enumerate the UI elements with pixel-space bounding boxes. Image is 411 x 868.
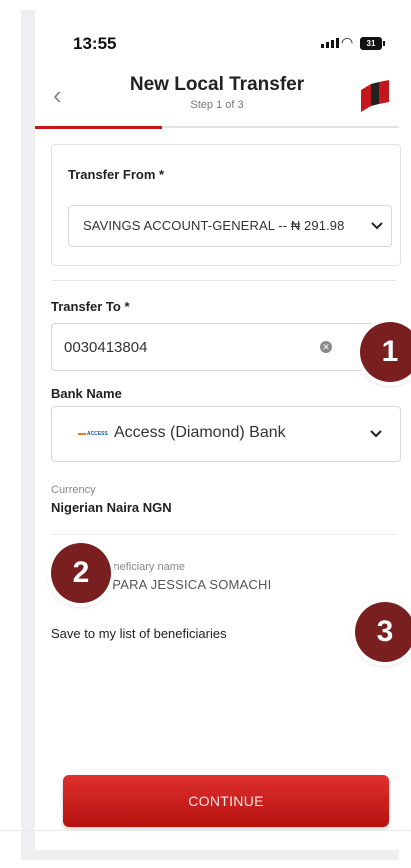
bank-name-label: Bank Name [51, 386, 122, 401]
transfer-to-value: 0030413804 [64, 339, 148, 356]
progress-fill [35, 126, 163, 129]
section-divider [51, 280, 397, 281]
currency-value: Nigerian Naira NGN [51, 500, 172, 515]
transfer-from-value: SAVINGS ACCOUNT-GENERAL -- ₦ 291.98 [83, 218, 345, 233]
clear-icon[interactable]: ✕ [320, 341, 332, 353]
beneficiary-label: Beneficiary name [100, 561, 185, 573]
bottom-divider [0, 830, 411, 831]
continue-button[interactable]: CONTINUE [63, 775, 389, 827]
bank-value: Access (Diamond) Bank [114, 424, 286, 441]
bank-logo-icon: ACCESS [78, 429, 108, 439]
progress-bar [35, 126, 399, 129]
transfer-from-label: Transfer From * [68, 167, 165, 182]
step-indicator: Step 1 of 3 [190, 99, 244, 111]
annotation-badge-3: 3 [355, 602, 411, 662]
brand-logo [361, 80, 389, 112]
annotation-badge-2: 2 [51, 543, 111, 603]
battery-icon: 31 [360, 37, 385, 50]
status-time: 13:55 [73, 34, 117, 53]
wifi-icon: ◠ [341, 34, 354, 50]
save-beneficiary-label[interactable]: Save to my list of beneficiaries [51, 626, 227, 641]
page-title: New Local Transfer [129, 74, 305, 95]
app-frame: 13:55 ◠ 31 ‹ New Local Transfer Step 1 o… [21, 10, 411, 860]
section-divider [51, 534, 397, 535]
transfer-to-label: Transfer To * [51, 299, 130, 314]
beneficiary-name: OPARA JESSICA SOMACHI [102, 577, 272, 592]
transfer-from-card: Transfer From * SAVINGS ACCOUNT-GENERAL … [51, 144, 401, 266]
transfer-from-select[interactable]: SAVINGS ACCOUNT-GENERAL -- ₦ 291.98 [68, 205, 392, 247]
chevron-down-icon [371, 222, 383, 230]
status-bar: 13:55 ◠ 31 [35, 10, 399, 54]
signal-icon [321, 38, 339, 48]
currency-label: Currency [51, 484, 96, 496]
chevron-down-icon [370, 430, 382, 438]
phone-screen: 13:55 ◠ 31 ‹ New Local Transfer Step 1 o… [35, 10, 411, 850]
annotation-badge-1: 1 [360, 322, 411, 382]
transfer-to-input[interactable]: 0030413804 ✕ [51, 323, 401, 371]
bank-select[interactable]: ACCESS Access (Diamond) Bank [51, 406, 401, 462]
